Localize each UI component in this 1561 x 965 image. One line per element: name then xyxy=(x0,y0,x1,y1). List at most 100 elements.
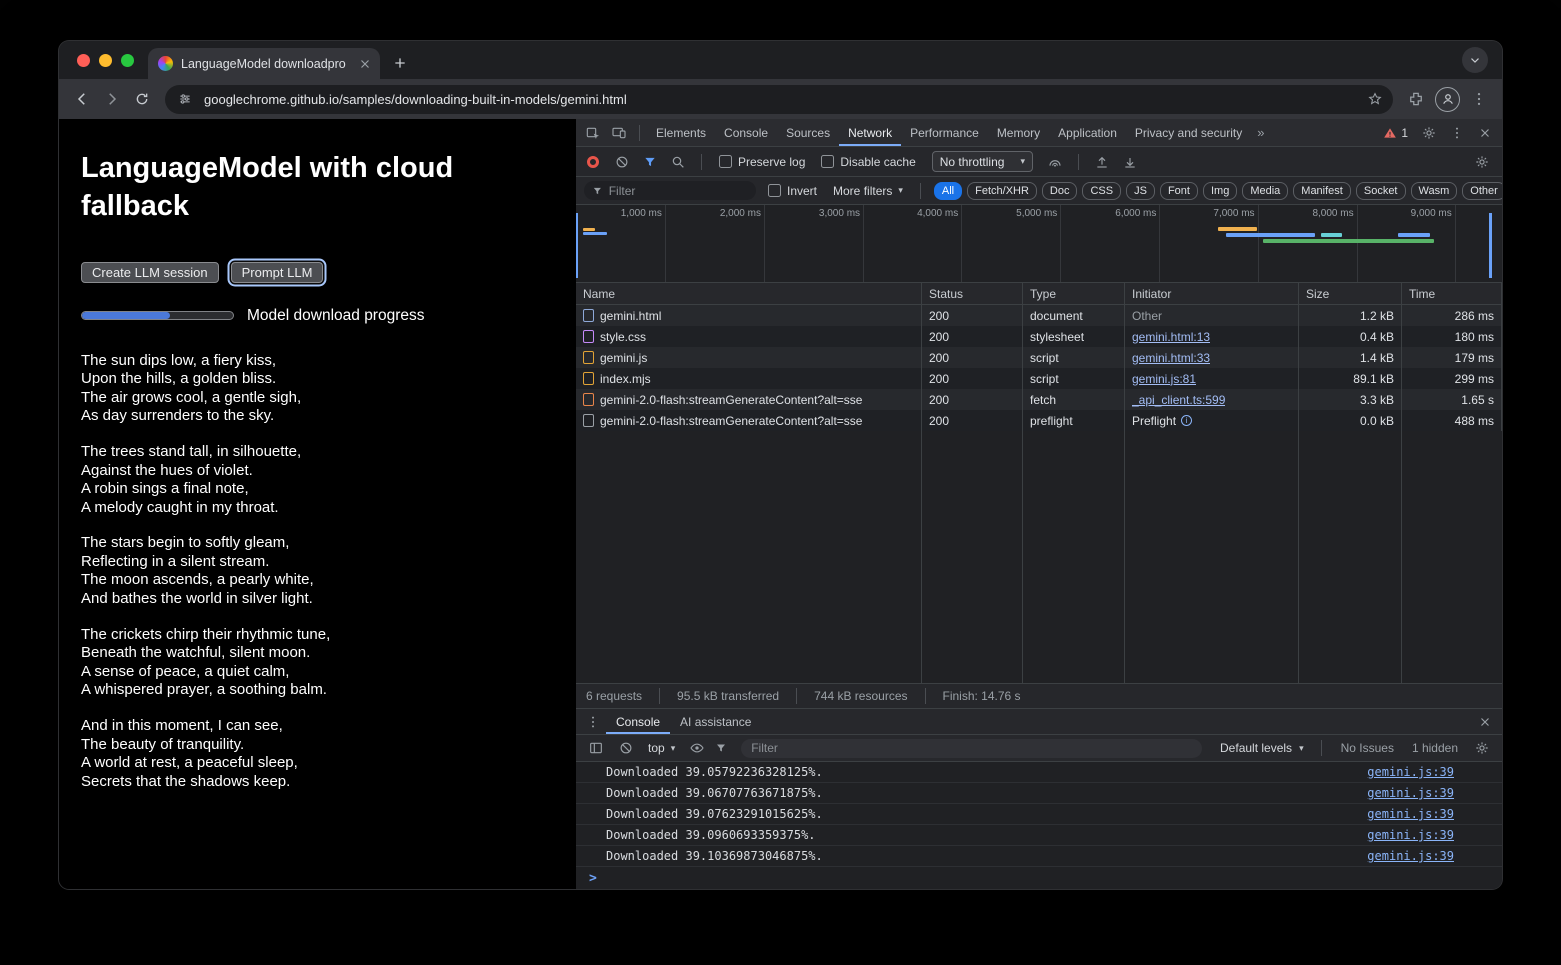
console-message[interactable]: Downloaded 39.05792236328125%. gemini.js… xyxy=(576,762,1502,783)
devtools-settings-button[interactable] xyxy=(1416,125,1442,141)
filter-pill-js[interactable]: JS xyxy=(1126,182,1155,200)
devtools-tab-application[interactable]: Application xyxy=(1049,119,1126,146)
console-message[interactable]: Downloaded 39.0960693359375%. gemini.js:… xyxy=(576,825,1502,846)
profile-avatar[interactable] xyxy=(1435,87,1460,112)
hidden-messages-count[interactable]: 1 hidden xyxy=(1406,741,1464,755)
new-tab-button[interactable] xyxy=(392,55,408,71)
drawer-tab-console[interactable]: Console xyxy=(606,709,670,734)
column-header-time[interactable]: Time xyxy=(1402,283,1502,304)
forward-button[interactable] xyxy=(97,84,127,114)
timeline-right-handle[interactable] xyxy=(1489,213,1492,278)
issues-counter[interactable]: 1 xyxy=(1377,126,1414,140)
console-source-link[interactable]: gemini.js:39 xyxy=(1367,828,1454,842)
more-panels-button[interactable]: » xyxy=(1251,125,1270,140)
column-header-status[interactable]: Status xyxy=(922,283,1023,304)
back-button[interactable] xyxy=(67,84,97,114)
import-har-button[interactable] xyxy=(1118,150,1142,174)
tab-search-button[interactable] xyxy=(1462,47,1488,73)
create-llm-session-button[interactable]: Create LLM session xyxy=(81,262,219,283)
network-request-row[interactable]: gemini-2.0-flash:streamGenerateContent?a… xyxy=(576,410,1502,431)
devtools-tab-performance[interactable]: Performance xyxy=(901,119,988,146)
console-sidebar-button[interactable] xyxy=(584,736,608,760)
console-filter-input[interactable] xyxy=(751,741,1192,755)
filter-pill-wasm[interactable]: Wasm xyxy=(1411,182,1458,200)
network-request-row[interactable]: gemini-2.0-flash:streamGenerateContent?a… xyxy=(576,389,1502,410)
network-request-row[interactable]: gemini.js 200 script gemini.html:33 1.4 … xyxy=(576,347,1502,368)
console-eye-button[interactable] xyxy=(685,736,709,760)
column-header-size[interactable]: Size xyxy=(1299,283,1402,304)
filter-pill-fetch-xhr[interactable]: Fetch/XHR xyxy=(967,182,1037,200)
filter-pill-doc[interactable]: Doc xyxy=(1042,182,1078,200)
devtools-tab-elements[interactable]: Elements xyxy=(647,119,715,146)
drawer-close-button[interactable] xyxy=(1472,709,1498,734)
network-settings-button[interactable] xyxy=(1470,150,1494,174)
request-initiator-link[interactable]: gemini.html:13 xyxy=(1132,330,1210,344)
issues-status[interactable]: No Issues xyxy=(1335,741,1400,755)
console-settings-button[interactable] xyxy=(1470,736,1494,760)
filter-pill-font[interactable]: Font xyxy=(1160,182,1198,200)
filter-pill-socket[interactable]: Socket xyxy=(1356,182,1406,200)
devtools-close-button[interactable] xyxy=(1472,126,1498,140)
console-message[interactable]: Downloaded 39.07623291015625%. gemini.js… xyxy=(576,804,1502,825)
network-search-button[interactable] xyxy=(666,150,690,174)
tab-close-icon[interactable] xyxy=(358,57,372,71)
network-request-row[interactable]: style.css 200 stylesheet gemini.html:13 … xyxy=(576,326,1502,347)
filter-pill-manifest[interactable]: Manifest xyxy=(1293,182,1351,200)
console-source-link[interactable]: gemini.js:39 xyxy=(1367,807,1454,821)
filter-pill-img[interactable]: Img xyxy=(1203,182,1237,200)
network-request-row[interactable]: gemini.html 200 document Other 1.2 kB 28… xyxy=(576,305,1502,326)
clear-console-button[interactable] xyxy=(614,736,638,760)
bookmark-star-icon[interactable] xyxy=(1367,91,1383,107)
more-filters-button[interactable]: More filters ▾ xyxy=(829,184,907,198)
clear-network-log-button[interactable] xyxy=(610,150,634,174)
console-levels-select[interactable]: Default levels ▾ xyxy=(1216,741,1308,755)
address-bar[interactable]: googlechrome.github.io/samples/downloadi… xyxy=(165,85,1393,114)
console-message[interactable]: Downloaded 39.10369873046875%. gemini.js… xyxy=(576,846,1502,867)
network-filter-input[interactable] xyxy=(609,184,748,198)
export-har-button[interactable] xyxy=(1090,150,1114,174)
filter-pill-media[interactable]: Media xyxy=(1242,182,1288,200)
devtools-tab-privacy[interactable]: Privacy and security xyxy=(1126,119,1251,146)
column-header-initiator[interactable]: Initiator xyxy=(1125,283,1299,304)
reload-button[interactable] xyxy=(127,84,157,114)
network-conditions-button[interactable] xyxy=(1043,150,1067,174)
console-source-link[interactable]: gemini.js:39 xyxy=(1367,765,1454,779)
filter-toggle-button[interactable] xyxy=(638,150,662,174)
preflight-info-icon[interactable]: i xyxy=(1181,415,1192,426)
devtools-tab-memory[interactable]: Memory xyxy=(988,119,1049,146)
devtools-menu-button[interactable] xyxy=(1444,125,1470,141)
column-header-name[interactable]: Name xyxy=(576,283,922,304)
inspect-element-button[interactable] xyxy=(580,119,606,146)
site-settings-icon[interactable] xyxy=(175,89,195,109)
preserve-log-checkbox[interactable]: Preserve log xyxy=(713,155,811,169)
zoom-window-button[interactable] xyxy=(121,54,134,67)
device-toolbar-button[interactable] xyxy=(606,119,632,146)
drawer-tab-ai-assistance[interactable]: AI assistance xyxy=(670,709,761,734)
network-request-row[interactable]: index.mjs 200 script gemini.js:81 89.1 k… xyxy=(576,368,1502,389)
drawer-menu-button[interactable] xyxy=(580,709,606,734)
console-context-select[interactable]: top ▾ xyxy=(644,741,679,755)
filter-pill-css[interactable]: CSS xyxy=(1082,182,1121,200)
throttling-select[interactable]: No throttling ▾ xyxy=(932,151,1033,172)
network-overview-timeline[interactable]: 1,000 ms 2,000 ms 3,000 ms 4,000 ms 5,00… xyxy=(576,205,1502,283)
prompt-llm-button[interactable]: Prompt LLM xyxy=(231,262,324,283)
devtools-tab-network[interactable]: Network xyxy=(839,119,901,146)
console-source-link[interactable]: gemini.js:39 xyxy=(1367,849,1454,863)
filter-pill-all[interactable]: All xyxy=(934,182,962,200)
request-initiator-link[interactable]: _api_client.ts:599 xyxy=(1132,393,1225,407)
request-initiator-link[interactable]: gemini.html:33 xyxy=(1132,351,1210,365)
console-source-link[interactable]: gemini.js:39 xyxy=(1367,786,1454,800)
record-network-log-button[interactable] xyxy=(587,156,599,168)
console-prompt[interactable]: > xyxy=(576,867,1502,889)
column-header-type[interactable]: Type xyxy=(1023,283,1125,304)
invert-filter-checkbox[interactable]: Invert xyxy=(762,184,823,198)
filter-pill-other[interactable]: Other xyxy=(1462,182,1503,200)
devtools-tab-sources[interactable]: Sources xyxy=(777,119,839,146)
request-initiator-link[interactable]: gemini.js:81 xyxy=(1132,372,1196,386)
console-message[interactable]: Downloaded 39.06707763671875%. gemini.js… xyxy=(576,783,1502,804)
browser-menu-icon[interactable] xyxy=(1470,90,1488,108)
devtools-tab-console[interactable]: Console xyxy=(715,119,777,146)
browser-tab[interactable]: LanguageModel downloadpro xyxy=(148,48,380,79)
minimize-window-button[interactable] xyxy=(99,54,112,67)
disable-cache-checkbox[interactable]: Disable cache xyxy=(815,155,921,169)
